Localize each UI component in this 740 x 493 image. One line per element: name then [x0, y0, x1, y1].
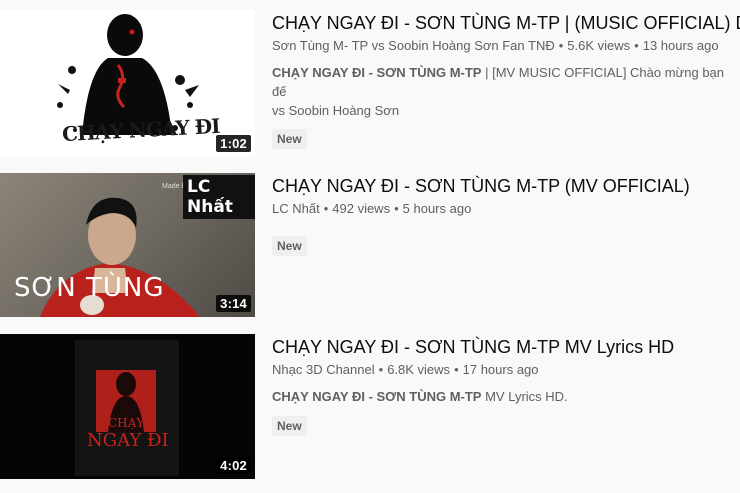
- video-title[interactable]: CHẠY NGAY ĐI - SƠN TÙNG M-TP | (MUSIC OF…: [272, 11, 740, 35]
- new-badge: New: [272, 236, 307, 256]
- channel-name[interactable]: Sơn Tùng M- TP vs Soobin Hoàng Sơn Fan T…: [272, 38, 555, 53]
- upload-time: 17 hours ago: [462, 362, 539, 377]
- new-badge: New: [272, 129, 307, 149]
- video-duration: 4:02: [216, 457, 251, 474]
- new-badge: New: [272, 416, 307, 436]
- video-meta: LC Nhất • 492 views • 5 hours ago: [272, 201, 740, 216]
- video-result-3[interactable]: CHẠY NGAY ĐI 4:02 CHẠY NGAY ĐI - SƠN TÙN…: [0, 334, 740, 479]
- video-title[interactable]: CHẠY NGAY ĐI - SƠN TÙNG M-TP (MV OFFICIA…: [272, 174, 740, 198]
- description-text: MV Lyrics HD.: [481, 389, 568, 404]
- view-count: 492 views: [332, 201, 391, 216]
- video-title[interactable]: CHẠY NGAY ĐI - SƠN TÙNG M-TP MV Lyrics H…: [272, 335, 740, 359]
- thumbnail-title-text-1: CHẠY: [108, 416, 145, 430]
- channel-name[interactable]: Nhạc 3D Channel: [272, 362, 375, 377]
- video-meta: Nhạc 3D Channel • 6.8K views • 17 hours ago: [272, 362, 740, 377]
- separator-dot: •: [394, 201, 399, 216]
- description-line-2: vs Soobin Hoàng Sơn: [272, 103, 400, 118]
- thumbnail-title-text-2: NGAY ĐI: [87, 430, 169, 451]
- thumbnail-channel-logo: LC Nhất: [183, 175, 255, 219]
- view-count: 6.8K views: [387, 362, 451, 377]
- video-description: CHẠY NGAY ĐI - SƠN TÙNG M-TP | [MV MUSIC…: [272, 63, 740, 120]
- video-meta: Sơn Tùng M- TP vs Soobin Hoàng Sơn Fan T…: [272, 38, 740, 53]
- video-duration: 1:02: [216, 135, 251, 152]
- separator-dot: •: [558, 38, 564, 53]
- channel-name[interactable]: LC Nhất: [272, 201, 320, 216]
- video-thumbnail[interactable]: CHẠY NGAY ĐI 4:02: [0, 334, 255, 479]
- description-highlight: CHẠY NGAY ĐI - SƠN TÙNG M-TP: [272, 65, 482, 80]
- upload-time: 5 hours ago: [402, 201, 472, 216]
- separator-dot: •: [634, 38, 639, 53]
- video-duration: 3:14: [216, 295, 251, 312]
- separator-dot: •: [323, 201, 329, 216]
- video-result-1[interactable]: CHẠY NGAY ĐI 1:02 CHẠY NGAY ĐI - SƠN TÙN…: [0, 10, 740, 157]
- view-count: 5.6K views: [567, 38, 631, 53]
- thumbnail-title-text: SƠN TÙNG: [14, 273, 165, 303]
- description-highlight: CHẠY NGAY ĐI - SƠN TÙNG M-TP: [272, 389, 482, 404]
- video-result-2[interactable]: Made by LC Nhất SƠN TÙNG 3:14 CHẠY NGAY …: [0, 173, 740, 317]
- video-thumbnail[interactable]: CHẠY NGAY ĐI 1:02: [0, 10, 255, 157]
- video-thumbnail[interactable]: Made by LC Nhất SƠN TÙNG 3:14: [0, 173, 255, 317]
- upload-time: 13 hours ago: [642, 38, 719, 53]
- separator-dot: •: [378, 362, 384, 377]
- video-description: CHẠY NGAY ĐI - SƠN TÙNG M-TP MV Lyrics H…: [272, 387, 740, 406]
- separator-dot: •: [454, 362, 459, 377]
